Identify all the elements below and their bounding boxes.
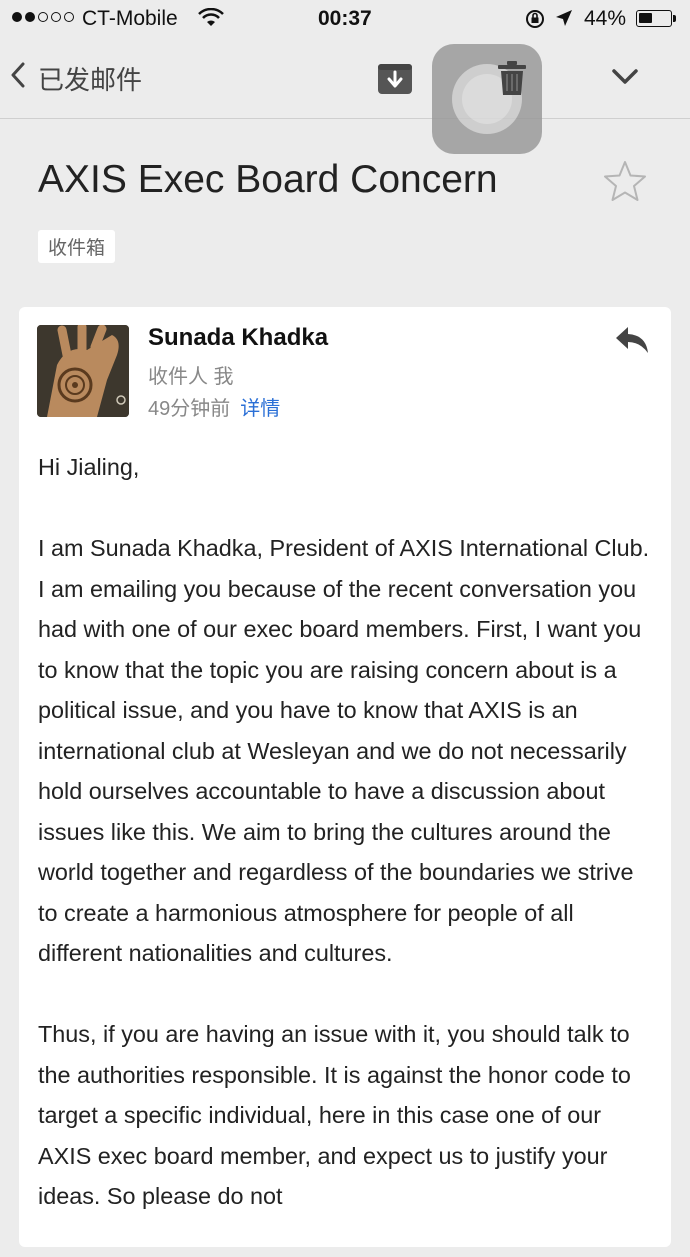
recipient-line: 收件人 我 (148, 366, 234, 388)
details-link[interactable]: 详情 (240, 398, 280, 420)
reply-button[interactable] (614, 325, 650, 360)
clock: 00:37 (318, 7, 372, 30)
archive-icon (377, 64, 413, 100)
nav-bar: 已发邮件 (0, 40, 690, 154)
back-label: 已发邮件 (38, 65, 143, 95)
battery-tip (673, 15, 676, 22)
wifi-icon (198, 7, 224, 34)
archive-button[interactable] (377, 60, 413, 101)
status-bar: CT-Mobile 00:37 44% (0, 0, 690, 40)
battery-icon (636, 10, 672, 27)
more-button[interactable] (612, 68, 638, 91)
email-subject: AXIS Exec Board Concern (38, 158, 498, 201)
email-card: Sunada Khadka 收件人 我 49分钟前 详情 Hi Jialing, … (19, 307, 671, 1247)
body-paragraph: Thus, if you are having an issue with it… (38, 1021, 631, 1209)
reply-icon (614, 327, 650, 359)
carrier-name: CT-Mobile (82, 7, 178, 30)
signal-strength-icon (12, 12, 74, 22)
chevron-down-icon (612, 69, 638, 90)
body-paragraph: I am Sunada Khadka, President of AXIS In… (38, 535, 650, 966)
sent-time: 49分钟前 (148, 398, 231, 420)
inbox-label-chip[interactable]: 收件箱 (38, 230, 116, 263)
email-body: Hi Jialing, I am Sunada Khadka, Presiden… (38, 447, 658, 1257)
avatar[interactable] (37, 325, 129, 417)
star-icon (603, 161, 647, 206)
sender-name: Sunada Khadka (148, 324, 329, 351)
chevron-left-icon (10, 62, 38, 95)
greeting: Hi Jialing, (38, 454, 140, 480)
star-button[interactable] (603, 160, 647, 207)
battery-percent: 44% (584, 7, 627, 30)
location-arrow-icon (555, 9, 573, 33)
delete-button[interactable] (497, 60, 527, 101)
trash-icon (497, 61, 527, 100)
back-button[interactable]: 已发邮件 (10, 60, 142, 97)
orientation-lock-icon (525, 9, 545, 35)
time-line: 49分钟前 详情 (148, 392, 280, 421)
